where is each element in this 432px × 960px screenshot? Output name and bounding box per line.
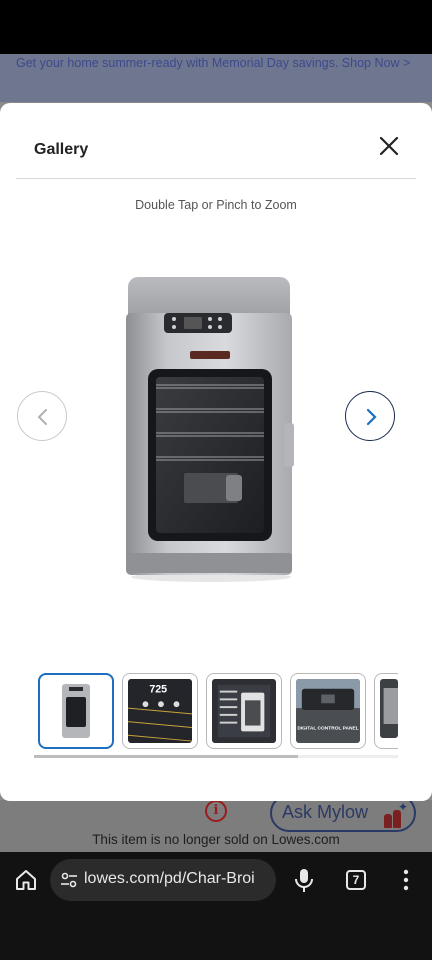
no-longer-sold-notice: This item is no longer sold on Lowes.com: [92, 832, 340, 847]
status-bar: [0, 0, 432, 54]
more-vert-icon[interactable]: [400, 869, 412, 891]
tab-switcher-button[interactable]: 7: [346, 870, 366, 890]
info-icon: i: [205, 800, 227, 822]
product-image[interactable]: [118, 273, 304, 583]
close-button[interactable]: [374, 131, 404, 161]
promo-banner[interactable]: Get your home summer-ready with Memorial…: [0, 54, 432, 102]
mylow-mascot-icon: [384, 810, 402, 828]
thumbnail-side-detail[interactable]: [374, 673, 398, 749]
zoom-hint: Double Tap or Pinch to Zoom: [135, 198, 297, 212]
close-icon: [379, 136, 399, 156]
thumbnail-front-view[interactable]: [38, 673, 114, 749]
svg-text:DIGITAL CONTROL PANEL: DIGITAL CONTROL PANEL: [297, 725, 358, 731]
racks-thumbnail-image: 725: [128, 679, 192, 743]
previous-image-button[interactable]: [17, 391, 67, 441]
control-panel-thumbnail-image: DIGITAL CONTROL PANEL: [296, 679, 360, 743]
thumbnail-digital-control-panel[interactable]: DIGITAL CONTROL PANEL: [290, 673, 366, 749]
next-image-button[interactable]: [345, 391, 395, 441]
mic-icon[interactable]: [293, 867, 315, 893]
url-text: lowes.com/pd/Char-Broi: [84, 870, 255, 887]
promo-banner-text: Get your home summer-ready with Memorial…: [16, 56, 411, 70]
home-icon[interactable]: [14, 868, 38, 892]
modal-divider: [16, 178, 416, 179]
ask-mylow-label: Ask Mylow: [282, 802, 369, 822]
tune-icon[interactable]: [60, 871, 78, 889]
features-thumbnail-image: [212, 679, 276, 743]
side-detail-thumbnail-image: [380, 679, 398, 739]
thumbnail-capacity-racks[interactable]: 725: [122, 673, 198, 749]
address-bar[interactable]: lowes.com/pd/Char-Broi: [50, 859, 276, 901]
smoker-thumbnail-image: [44, 679, 108, 743]
gallery-title: Gallery: [34, 141, 89, 158]
thumbnail-features-diagram[interactable]: [206, 673, 282, 749]
gallery-modal: Gallery Double Tap or Pinch to Zoom 725 …: [0, 103, 432, 801]
chevron-left-icon: [37, 409, 47, 425]
svg-text:725: 725: [149, 684, 167, 696]
thumbnail-scrollbar[interactable]: [34, 755, 298, 758]
chevron-right-icon: [366, 408, 377, 426]
